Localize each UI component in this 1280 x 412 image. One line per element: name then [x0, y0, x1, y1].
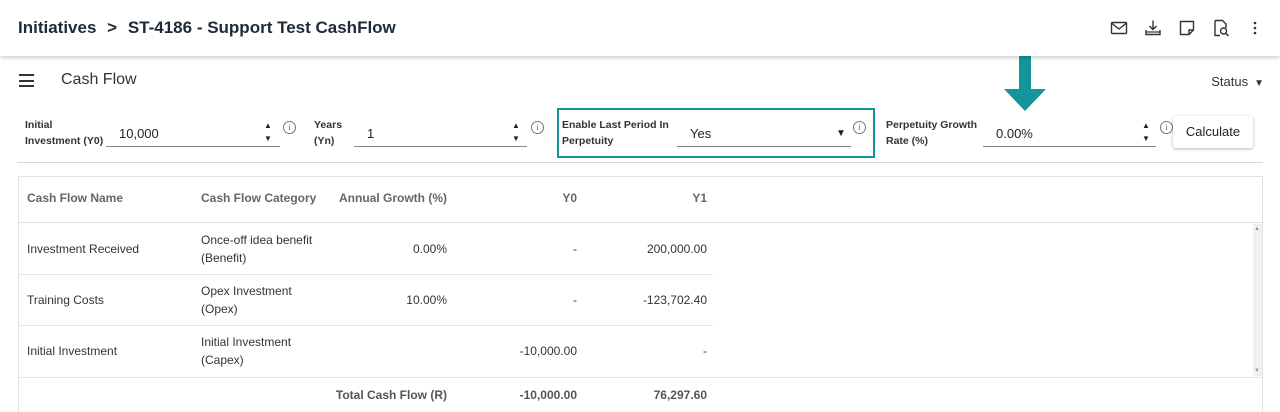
- info-icon[interactable]: i: [283, 121, 296, 134]
- stepper-up-icon[interactable]: ▲: [264, 121, 272, 130]
- breadcrumb: Initiatives > ST-4186 - Support Test Cas…: [18, 18, 396, 38]
- app-header: Initiatives > ST-4186 - Support Test Cas…: [0, 0, 1280, 56]
- download-icon[interactable]: [1142, 17, 1164, 39]
- perpetuity-label: Enable Last Period In Perpetuity: [562, 119, 669, 147]
- perpetuity-select[interactable]: Yes: [677, 119, 851, 147]
- cell-y0: -: [573, 242, 577, 256]
- total-y1: 76,297.60: [653, 388, 707, 402]
- column-header[interactable]: Cash Flow Category: [201, 191, 316, 205]
- stepper-up-icon[interactable]: ▲: [1142, 121, 1150, 130]
- parameters-form: Initial Investment (Y0) 10,000 ▲ ▼ i Yea…: [17, 107, 1263, 163]
- initial-investment-label: Initial Investment (Y0): [25, 119, 104, 147]
- stepper-down-icon[interactable]: ▼: [1142, 134, 1150, 143]
- initial-investment-stepper[interactable]: ▲ ▼: [264, 121, 272, 143]
- cell-category: Once-off idea benefit (Benefit): [201, 233, 313, 265]
- initial-investment-input[interactable]: 10,000: [106, 119, 280, 147]
- years-label: Years (Yn): [314, 119, 343, 147]
- table-row[interactable]: Investment Received Once-off idea benefi…: [19, 224, 713, 275]
- cell-category: Initial Investment (Capex): [201, 335, 292, 367]
- cell-name: Investment Received: [27, 242, 140, 256]
- cash-flow-table: Cash Flow Name Cash Flow Category Annual…: [18, 176, 1263, 412]
- cell-y1: -: [703, 344, 707, 358]
- calculate-button[interactable]: Calculate: [1173, 116, 1253, 148]
- total-y0: -10,000.00: [519, 388, 577, 402]
- chevron-down-icon[interactable]: ▼: [836, 128, 846, 139]
- info-icon[interactable]: i: [853, 121, 866, 134]
- column-header[interactable]: Y1: [609, 191, 707, 205]
- scroll-up-icon[interactable]: ▲: [1254, 226, 1260, 232]
- years-stepper[interactable]: ▲ ▼: [512, 121, 520, 143]
- status-dropdown[interactable]: Status ▼: [1211, 74, 1264, 89]
- cell-name: Training Costs: [27, 293, 104, 307]
- note-icon[interactable]: [1176, 17, 1198, 39]
- document-search-icon[interactable]: [1210, 17, 1232, 39]
- total-row: Total Cash Flow (R) -10,000.00 76,297.60: [19, 377, 713, 412]
- cell-y1: -123,702.40: [642, 293, 707, 307]
- growth-rate-stepper[interactable]: ▲ ▼: [1142, 121, 1150, 143]
- cell-y0: -: [573, 293, 577, 307]
- growth-rate-label: Perpetuity Growth Rate (%): [886, 119, 978, 147]
- table-header: Cash Flow Name Cash Flow Category Annual…: [19, 177, 1262, 223]
- header-actions: [1108, 17, 1266, 39]
- info-icon[interactable]: i: [531, 121, 544, 134]
- table-row[interactable]: Training Costs Opex Investment (Opex) 10.…: [19, 275, 713, 326]
- vertical-scrollbar[interactable]: ▲ ▼: [1253, 224, 1262, 376]
- more-vertical-icon[interactable]: [1244, 17, 1266, 39]
- status-label: Status: [1211, 74, 1249, 89]
- cell-y1: 200,000.00: [646, 242, 707, 256]
- cell-y0: -10,000.00: [519, 344, 577, 358]
- years-input[interactable]: 1: [354, 119, 527, 147]
- cell-name: Initial Investment: [27, 344, 118, 358]
- cell-growth: 0.00%: [412, 242, 447, 256]
- cell-growth: 10.00%: [406, 293, 447, 307]
- mail-icon[interactable]: [1108, 17, 1130, 39]
- section-toolbar: Cash Flow Status ▼: [0, 56, 1280, 106]
- info-icon[interactable]: i: [1160, 121, 1173, 134]
- stepper-up-icon[interactable]: ▲: [512, 121, 520, 130]
- cell-category: Opex Investment (Opex): [201, 284, 292, 316]
- page-title: Cash Flow: [61, 71, 137, 88]
- scroll-down-icon[interactable]: ▼: [1254, 368, 1260, 374]
- column-header[interactable]: Annual Growth (%): [329, 191, 447, 205]
- stepper-down-icon[interactable]: ▼: [264, 134, 272, 143]
- breadcrumb-separator: >: [107, 18, 118, 37]
- growth-rate-input[interactable]: 0.00%: [983, 119, 1156, 147]
- total-label: Total Cash Flow (R): [335, 388, 447, 402]
- stepper-down-icon[interactable]: ▼: [512, 134, 520, 143]
- breadcrumb-root[interactable]: Initiatives: [18, 18, 96, 38]
- column-header[interactable]: Cash Flow Name: [27, 191, 123, 205]
- breadcrumb-current: ST-4186 - Support Test CashFlow: [127, 18, 396, 37]
- column-header[interactable]: Y0: [479, 191, 577, 205]
- chevron-down-icon: ▼: [1254, 78, 1264, 89]
- menu-icon[interactable]: [19, 74, 34, 91]
- table-row[interactable]: Initial Investment Initial Investment (Ca…: [19, 326, 713, 377]
